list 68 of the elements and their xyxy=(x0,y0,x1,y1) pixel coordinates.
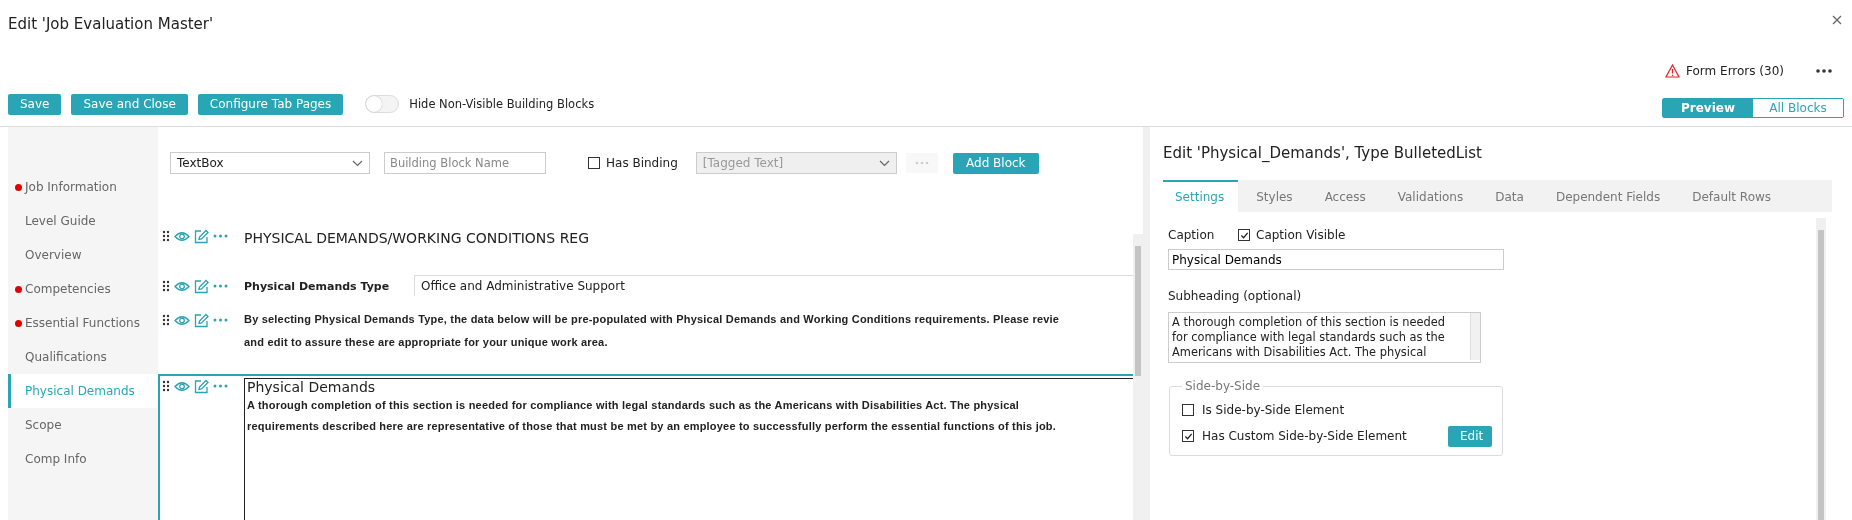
editor-tab[interactable]: Dependent Fields xyxy=(1543,180,1675,212)
checkbox[interactable] xyxy=(1182,404,1194,416)
checkbox-label: Has Custom Side-by-Side Element xyxy=(1202,429,1407,443)
checkbox-label: Has Binding xyxy=(606,156,678,170)
section-heading: PHYSICAL DEMANDS/WORKING CONDITIONS REG xyxy=(244,230,590,246)
chevron-down-icon xyxy=(878,159,890,167)
checkbox[interactable] xyxy=(1238,229,1250,241)
field-label: Subheading (optional) xyxy=(1168,289,1303,303)
window-title: Edit 'Job Evaluation Master' xyxy=(8,15,214,33)
sidebar-item[interactable]: Physical Demands xyxy=(8,374,158,408)
block-caption: Physical Demands xyxy=(247,379,377,395)
scrollbar[interactable] xyxy=(1133,234,1143,520)
editor-tab[interactable]: Default Rows xyxy=(1680,180,1786,212)
scrollbar[interactable] xyxy=(1816,218,1826,520)
building-block[interactable]: PHYSICAL DEMANDS/WORKING CONDITIONS REG xyxy=(158,226,1133,276)
editor-title: Edit 'Physical_Demands', Type BulletedList xyxy=(1163,143,1483,164)
close-icon[interactable] xyxy=(1832,15,1842,25)
toolbar-button[interactable]: Save and Close xyxy=(71,93,188,115)
editor-tab[interactable]: Validations xyxy=(1385,180,1478,212)
paragraph-text: By selecting Physical Demands Type, the data below will be pre-populated with Physical Demands and Working Conditions requirements. Please revie xyxy=(244,312,1061,327)
block-name-field[interactable]: Building Block Name xyxy=(384,152,546,174)
edit-icon[interactable] xyxy=(194,228,209,244)
subheading-text: A thorough completion of this section is needed for compliance with legal standards such as the Americans with Disabilities Act. The physical xyxy=(247,398,1021,413)
drag-handle-icon[interactable] xyxy=(162,280,170,292)
edit-icon[interactable] xyxy=(194,378,209,394)
chevron-down-icon xyxy=(352,159,363,167)
sidebar-item[interactable]: Competencies xyxy=(8,272,158,306)
checkbox[interactable] xyxy=(1182,430,1194,442)
warning-icon xyxy=(1665,64,1680,78)
field-value[interactable]: Office and Administrative Support xyxy=(414,275,1133,296)
form-errors-link[interactable]: Form Errors (30) xyxy=(1686,64,1784,78)
sidebar-item[interactable]: Qualifications xyxy=(8,340,158,374)
drag-handle-icon[interactable] xyxy=(162,314,170,326)
sidebar-item[interactable]: Essential Functions xyxy=(8,306,158,340)
checkbox-label: Caption Visible xyxy=(1256,228,1346,242)
more-icon[interactable] xyxy=(1816,69,1832,73)
caption-field[interactable]: Physical Demands xyxy=(1168,249,1504,270)
building-block[interactable]: Physical Demands Type Office and Administrative Support xyxy=(158,276,1133,310)
edit-icon[interactable] xyxy=(194,312,209,328)
checkbox[interactable] xyxy=(588,157,600,169)
sidebar-item[interactable]: Level Guide xyxy=(8,204,158,238)
subheading-text: requirements described here are representative of those that must be met by an employee to successfully perform the essential functions of this job. xyxy=(247,419,1057,434)
editor-tab[interactable]: Settings xyxy=(1163,180,1239,212)
toolbar-button[interactable]: Configure Tab Pages xyxy=(197,93,344,115)
sidebar-item[interactable]: Scope xyxy=(8,408,158,442)
sidebar-item[interactable]: Overview xyxy=(8,238,158,272)
editor-tab[interactable]: Styles xyxy=(1244,180,1307,212)
drag-handle-icon[interactable] xyxy=(162,230,170,242)
checkbox-label: Is Side-by-Side Element xyxy=(1202,403,1345,417)
type-select[interactable]: TextBox xyxy=(170,152,370,174)
toggle-label: Hide Non-Visible Building Blocks xyxy=(409,97,595,111)
paragraph-text: and edit to assure these are appropriate for your unique work area. xyxy=(244,335,609,350)
edit-icon[interactable] xyxy=(194,278,209,294)
more-icon xyxy=(914,161,929,165)
subheading-field[interactable]: A thorough completion of this section is needed for compliance with legal standards such as the Americans with Disabilities Act. The physical xyxy=(1168,312,1481,363)
toggle-switch[interactable] xyxy=(365,95,400,113)
add-block-button[interactable]: Add Block xyxy=(952,152,1039,174)
group-legend: Side-by-Side xyxy=(1182,379,1264,393)
editor-tab[interactable]: Access xyxy=(1312,180,1380,212)
edit-button[interactable]: Edit xyxy=(1448,425,1492,447)
drag-handle-icon[interactable] xyxy=(162,380,170,392)
field-label: Caption xyxy=(1168,228,1216,242)
sidebar-item[interactable]: Job Information xyxy=(8,170,158,204)
field-label: Physical Demands Type xyxy=(244,280,391,293)
view-tab[interactable]: Preview xyxy=(1663,99,1753,117)
toolbar-button[interactable]: Save xyxy=(8,93,62,115)
editor-tab[interactable]: Data xyxy=(1483,180,1538,212)
sidebar-item[interactable]: Comp Info xyxy=(8,442,158,476)
